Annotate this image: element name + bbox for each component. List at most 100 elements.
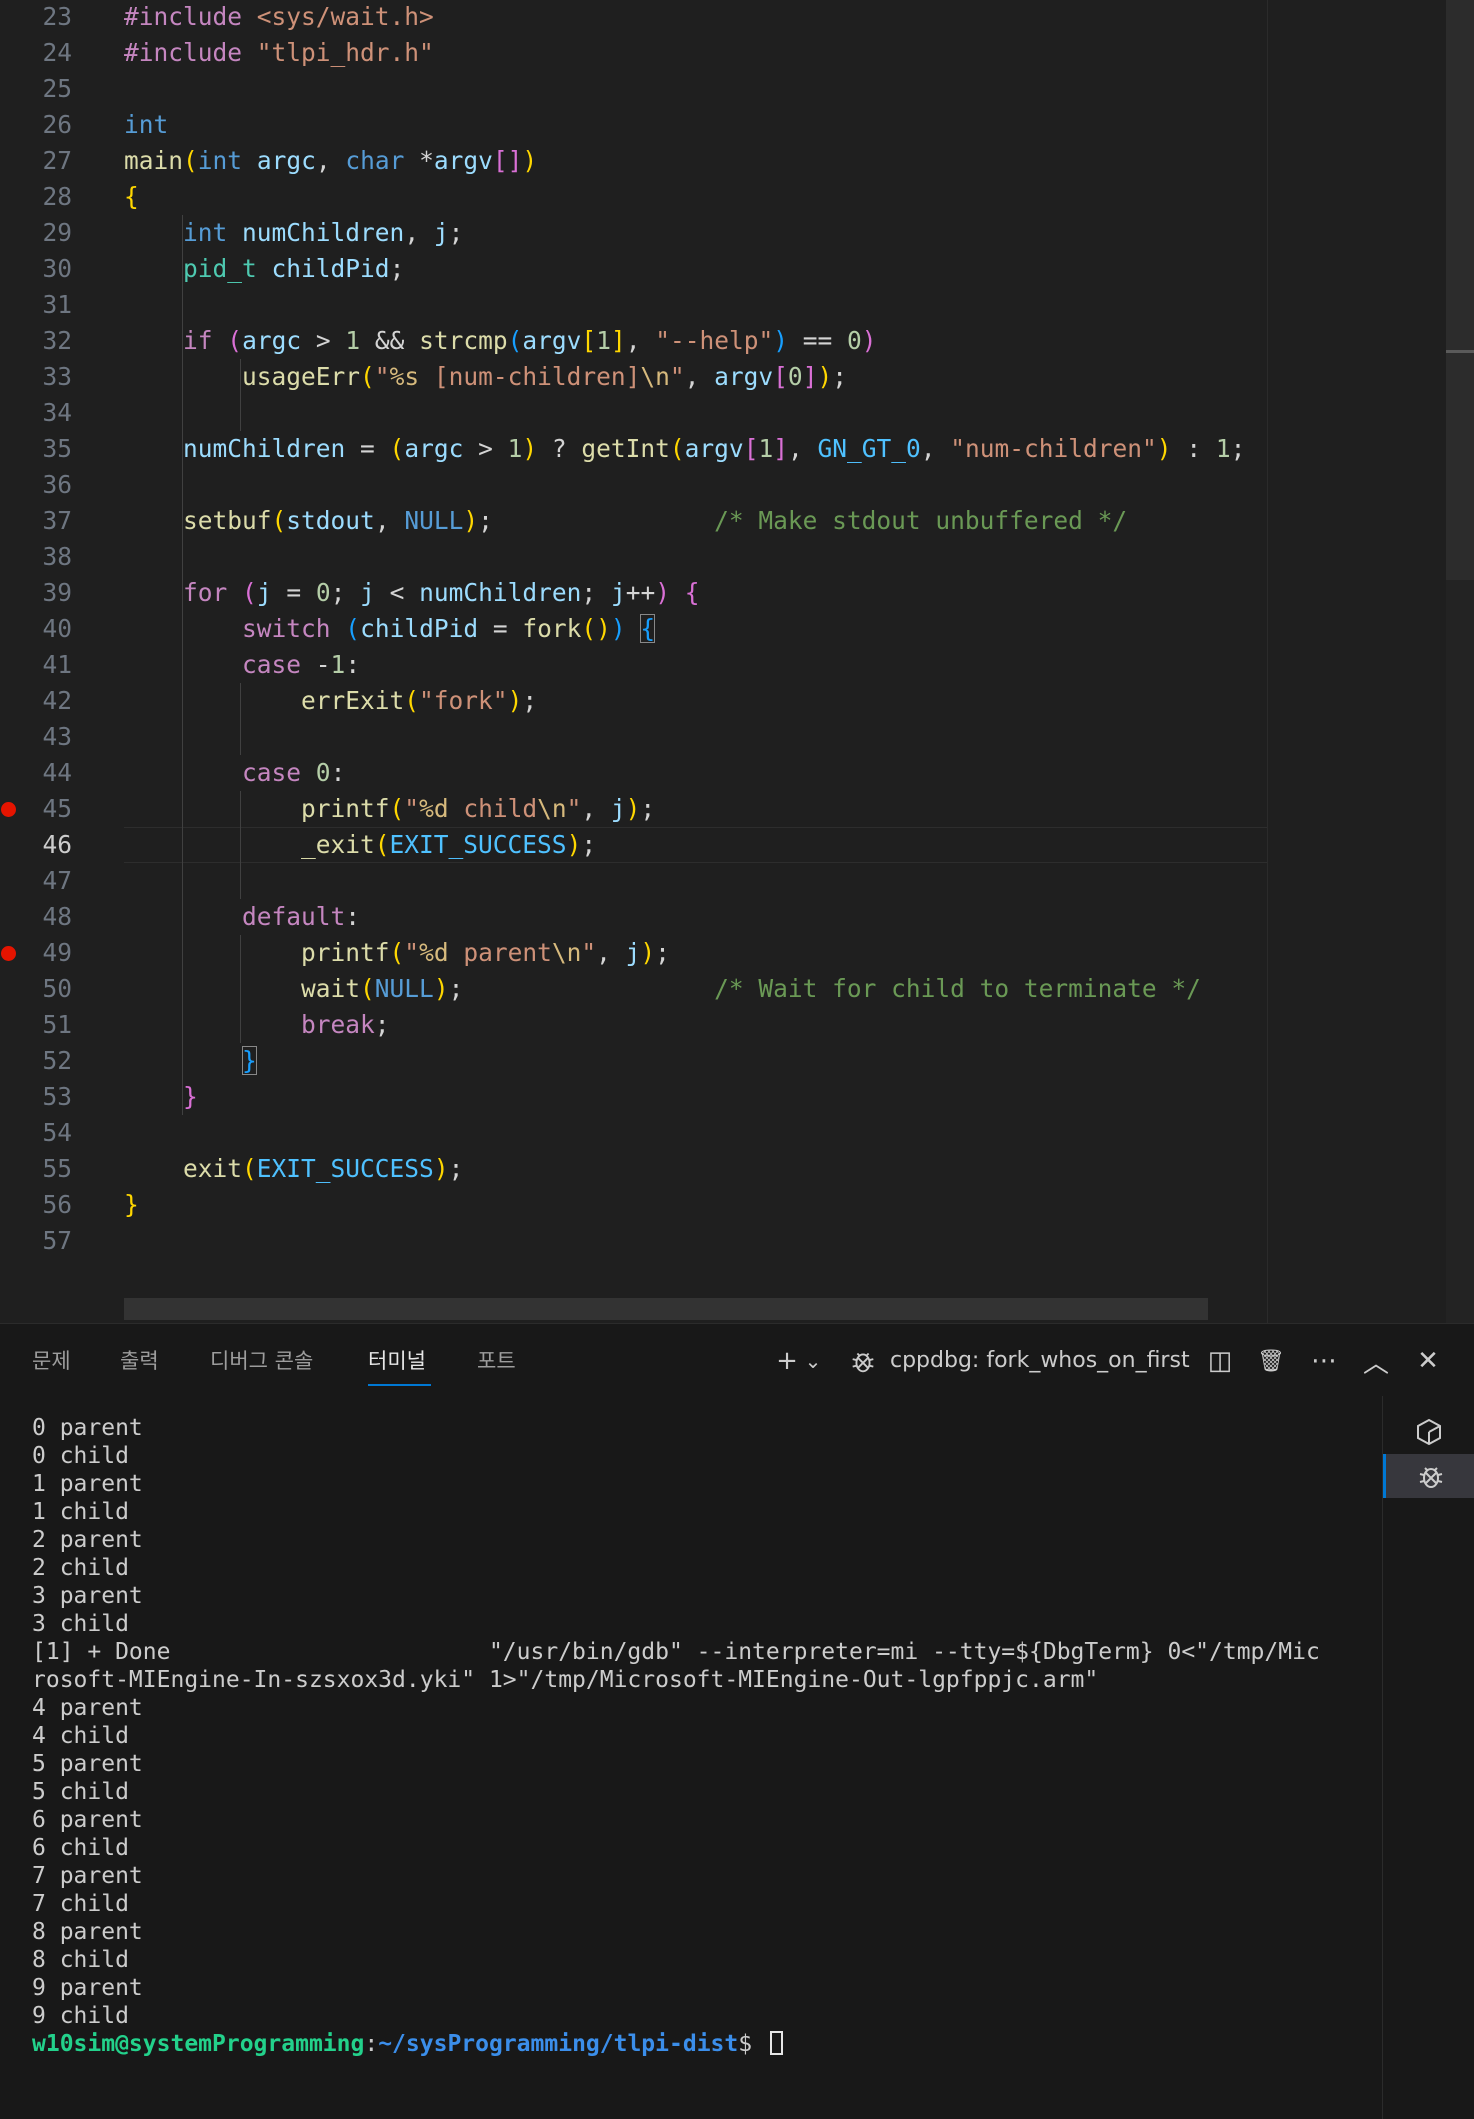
code-token: " [404,794,420,823]
code-token: 0 [315,758,331,787]
code-text: pid_t childPid; [124,251,404,287]
code-line[interactable]: 48 default: [0,899,1268,935]
code-token: ) [522,146,538,175]
terminal-list-item-debug[interactable] [1383,1454,1474,1498]
code-line[interactable]: 49 printf("%d parent\n", j); [0,935,1268,971]
code-line[interactable]: 29 int numChildren, j; [0,215,1268,251]
code-line[interactable]: 34 [0,395,1268,431]
code-line[interactable]: 57 [0,1223,1268,1259]
tab-terminal[interactable]: 터미널 [368,1346,426,1376]
code-text: } [124,1043,257,1079]
code-token: " [404,938,420,967]
code-line[interactable]: 32 if (argc > 1 && strcmp(argv[1], "--he… [0,323,1268,359]
line-number: 43 [42,722,72,751]
code-line[interactable]: 41 case -1: [0,647,1268,683]
terminal-output-line: 1 child [32,1499,129,1525]
code-token: > [301,326,346,355]
terminal-prompt[interactable]: w10sim@systemProgramming:~/sysProgrammin… [32,2030,1320,2058]
code-line[interactable]: 27 main(int argc, char *argv[]) [0,143,1268,179]
code-line[interactable]: 33 usageErr("%s [num-children]\n", argv[… [0,359,1268,395]
terminal-dropdown-chevron-icon[interactable]: ⌄ [802,1344,824,1378]
code-token: \n [640,362,670,391]
vertical-scrollbar-thumb[interactable] [1446,0,1474,580]
code-token: EXIT_SUCCESS [256,1154,434,1183]
code-token: 1 [330,650,346,679]
code-token: ( [389,938,405,967]
code-line[interactable]: 37 setbuf(stdout, NULL); /* Make stdout … [0,503,1268,539]
line-number: 28 [42,182,72,211]
tab-debug-console[interactable]: 디버그 콘솔 [210,1346,313,1376]
close-panel-icon[interactable]: ✕ [1411,1344,1445,1378]
code-token: : [345,650,361,679]
code-token: : [1171,434,1216,463]
code-token: ; [655,938,670,967]
code-line[interactable]: 24 #include "tlpi_hdr.h" [0,35,1268,71]
code-token: 1 [596,326,611,355]
code-line[interactable]: 55 exit(EXIT_SUCCESS); [0,1151,1268,1187]
code-token: ( [242,1154,257,1183]
code-token: , [684,362,715,391]
code-token: ( [374,830,390,859]
code-token: ) [433,974,449,1003]
code-line[interactable]: 47 [0,863,1268,899]
code-token: 1 [507,434,523,463]
code-line[interactable]: 31 [0,287,1268,323]
terminal-list-item-shell[interactable] [1383,1410,1474,1454]
code-token: = [271,578,316,607]
line-number: 51 [42,1010,72,1039]
code-line[interactable]: 46 _exit(EXIT_SUCCESS); [0,827,1268,863]
code-line[interactable]: 38 [0,539,1268,575]
code-line[interactable]: 51 break; [0,1007,1268,1043]
code-line[interactable]: 52 } [0,1043,1268,1079]
code-line[interactable]: 35 numChildren = (argc > 1) ? getInt(arg… [0,431,1268,467]
line-number: 25 [42,74,72,103]
code-line[interactable]: 53 } [0,1079,1268,1115]
code-token: ; [1230,434,1246,463]
tab-output[interactable]: 출력 [120,1346,159,1376]
code-line[interactable]: 26 int [0,107,1268,143]
new-terminal-icon[interactable]: + [770,1344,804,1378]
code-line[interactable]: 30 pid_t childPid; [0,251,1268,287]
code-token: ) [507,686,523,715]
code-line[interactable]: 43 [0,719,1268,755]
indent-guide [240,791,241,899]
code-token: wait [301,974,361,1003]
code-editor[interactable]: 23 #include <sys/wait.h> 24 #include "tlpi_… [0,0,1474,1323]
active-terminal-name[interactable]: cppdbg: fork_whos_on_first [890,1346,1190,1376]
code-line[interactable]: 40 switch (childPid = fork()) { [0,611,1268,647]
kill-terminal-trash-icon[interactable]: 🗑 [1254,1344,1288,1378]
split-terminal-icon[interactable]: ◫ [1203,1344,1237,1378]
code-line[interactable]: 23 #include <sys/wait.h> [0,0,1268,35]
code-text: } [124,1079,198,1115]
horizontal-scrollbar-thumb[interactable] [124,1298,1208,1320]
line-number: 55 [42,1154,72,1183]
code-token: exit [183,1154,243,1183]
terminal-view[interactable]: 0 parent 0 child 1 parent 1 child 2 parent 2 … [0,1396,1382,2119]
code-line[interactable]: 45 printf("%d child\n", j); [0,791,1268,827]
maximize-panel-chevron-up-icon[interactable]: ︿ [1359,1344,1393,1379]
code-token: ) [522,434,538,463]
code-line[interactable]: 39 for (j = 0; j < numChildren; j++) { [0,575,1268,611]
tab-ports[interactable]: 포트 [477,1346,516,1376]
code-token: argv [522,326,582,355]
line-number: 41 [42,650,72,679]
more-actions-icon[interactable]: ⋯ [1307,1344,1341,1378]
code-text: case 0: [124,755,345,791]
tab-problems[interactable]: 문제 [32,1346,71,1376]
code-line[interactable]: 50 wait(NULL); /* Wait for child to term… [0,971,1268,1007]
line-number: 56 [42,1190,72,1219]
code-line[interactable]: 28 { [0,179,1268,215]
code-line[interactable]: 25 [0,71,1268,107]
code-line[interactable]: 54 [0,1115,1268,1151]
terminal-output-line: 3 parent [32,1583,143,1609]
code-line[interactable]: 44 case 0: [0,755,1268,791]
prompt-symbol: $ [738,2031,766,2057]
code-line[interactable]: 56} [0,1187,1268,1223]
code-line[interactable]: 42 errExit("fork"); [0,683,1268,719]
code-token: ( [183,146,198,175]
code-token: ) [655,578,670,607]
code-line[interactable]: 36 [0,467,1268,503]
